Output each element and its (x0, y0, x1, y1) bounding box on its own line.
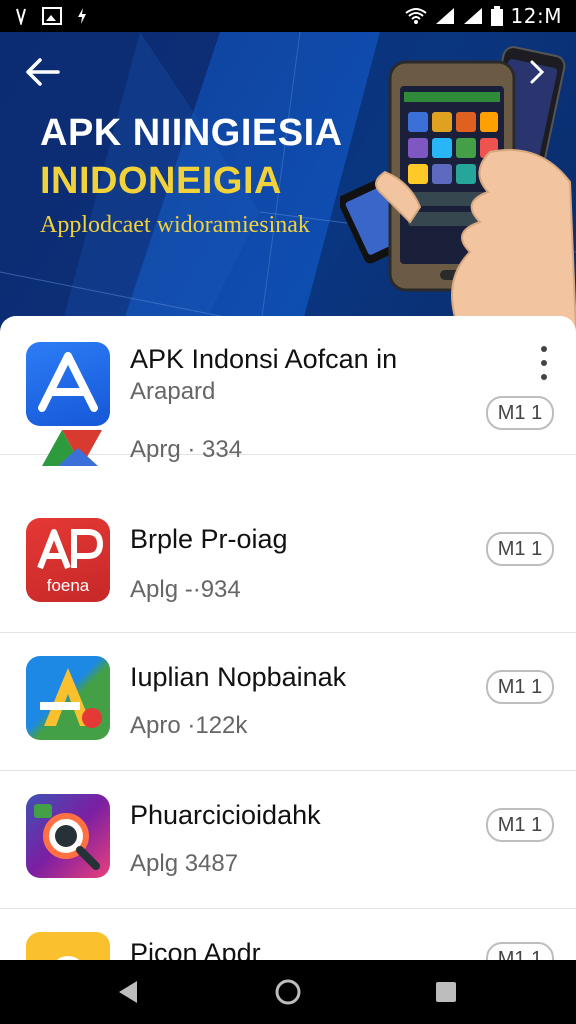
banner-title-line1: APK NIINGIESIA (40, 112, 343, 154)
list-item[interactable]: APK Indonsi Aofcan in Arapard Aprg · 334… (0, 316, 576, 466)
status-time: 12:M (510, 4, 562, 28)
list-item[interactable]: Picon Apdr M1 1 (0, 908, 576, 960)
alert-icon (76, 7, 88, 25)
app-title: APK Indonsi Aofcan in (130, 344, 398, 374)
nav-back-button[interactable] (108, 972, 148, 1012)
notification-icon (14, 7, 28, 25)
install-button[interactable]: M1 1 (486, 670, 554, 704)
list-item[interactable]: Iuplian Nopbainak Apro ·122k M1 1 (0, 632, 576, 771)
a-logo-icon (26, 656, 110, 740)
hero-banner: APK NIINGIESIA INIDONEIGIA Applodcaet wi… (0, 32, 576, 332)
app-subtitle: Arapard (130, 378, 216, 405)
sun-icon (26, 932, 110, 960)
system-nav-bar (0, 960, 576, 1024)
nav-home-icon (275, 979, 301, 1005)
install-button[interactable]: M1 1 (486, 942, 554, 960)
search-magnifier-icon (26, 794, 110, 878)
list-item[interactable]: Phuarcicioidahk Aplg 3487 M1 1 (0, 770, 576, 909)
back-arrow-icon (26, 58, 60, 86)
app-title: Phuarcicioidahk (130, 800, 321, 830)
app-icon-label: foena (46, 576, 90, 595)
banner-next-button[interactable] (518, 54, 554, 90)
apk-logo-icon: foena (26, 518, 110, 602)
app-store-icon (26, 342, 110, 426)
nav-recents-button[interactable] (426, 972, 466, 1012)
app-title: Iuplian Nopbainak (130, 662, 347, 692)
list-item[interactable]: foena Brple Pr-oiag Aplg -·934 M1 1 (0, 494, 576, 633)
app-meta: Apro ·122k (130, 712, 248, 739)
app-list: APK Indonsi Aofcan in Arapard Aprg · 334… (0, 316, 576, 960)
banner-subtitle: Applodcaet widoramiesinak (40, 212, 310, 238)
install-button[interactable]: M1 1 (486, 532, 554, 566)
wifi-icon (404, 7, 427, 25)
back-button[interactable] (22, 52, 62, 92)
app-title: Picon Apdr (130, 938, 261, 960)
signal-icon (435, 7, 455, 25)
chevron-right-icon (530, 60, 545, 84)
status-bar: 12:M (0, 0, 576, 32)
banner-title-line2: INIDONEIGIA (40, 160, 282, 202)
app-meta: Aprg · 334 (130, 436, 243, 463)
signal-icon (463, 7, 483, 25)
nav-recents-icon (436, 982, 456, 1002)
install-button[interactable]: M1 1 (486, 396, 554, 430)
more-options-button[interactable] (532, 346, 556, 380)
gallery-icon (42, 7, 62, 25)
install-button[interactable]: M1 1 (486, 808, 554, 842)
nav-back-icon (119, 981, 137, 1003)
battery-icon (490, 6, 503, 26)
app-title: Brple Pr-oiag (130, 524, 288, 554)
app-meta: Aplg 3487 (130, 850, 239, 877)
maps-icon (38, 426, 102, 470)
app-meta: Aplg -·934 (130, 576, 241, 603)
nav-home-button[interactable] (268, 972, 308, 1012)
